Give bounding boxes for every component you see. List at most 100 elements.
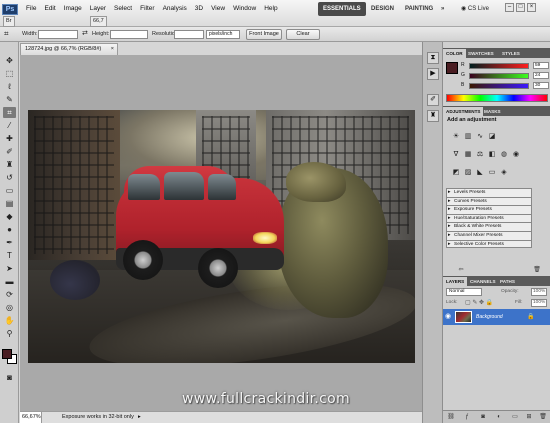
history-brush-tool-icon[interactable]: ↺ (3, 172, 16, 183)
workspace-design[interactable]: DESIGN (366, 2, 399, 16)
dodge-tool-icon[interactable]: ● (3, 224, 16, 235)
brush-panel-icon[interactable]: ✐ (427, 94, 439, 106)
preset-selective-color[interactable]: Selective Color Presets (446, 239, 532, 249)
menu-image[interactable]: Image (60, 4, 86, 14)
quick-mask-icon[interactable]: ◙ (3, 372, 16, 383)
blur-tool-icon[interactable]: ◆ (3, 211, 16, 222)
red-value[interactable]: 59 (533, 62, 549, 69)
tab-adjustments[interactable]: ADJUSTMENTS (443, 107, 484, 116)
threshold-icon[interactable]: ◣ (475, 168, 485, 178)
gradient-tool-icon[interactable]: ▤ (3, 198, 16, 209)
levels-icon[interactable]: ▥ (463, 132, 473, 142)
workspace-painting[interactable]: PAINTING (400, 2, 438, 16)
photo-filter-icon[interactable]: ◍ (499, 150, 509, 160)
eyedropper-tool-icon[interactable]: ⁄ (3, 120, 16, 131)
healing-brush-tool-icon[interactable]: ✚ (3, 133, 16, 144)
new-group-icon[interactable]: ▭ (511, 413, 519, 421)
preset-black-white[interactable]: Black & White Presets (446, 222, 532, 231)
new-layer-icon[interactable]: ⊞ (525, 413, 533, 421)
fill-input[interactable]: 100% (531, 299, 547, 307)
tab-styles[interactable]: STYLES (499, 49, 523, 58)
width-input[interactable] (38, 30, 78, 39)
type-tool-icon[interactable]: T (3, 250, 16, 261)
clone-stamp-tool-icon[interactable]: ♜ (3, 159, 16, 170)
brightness-contrast-icon[interactable]: ☀ (451, 132, 461, 142)
lasso-tool-icon[interactable]: ℓ (3, 81, 16, 92)
preset-exposure[interactable]: Exposure Presets (446, 205, 532, 214)
status-menu-arrow-icon[interactable]: ▸ (138, 412, 141, 423)
menu-help[interactable]: Help (260, 4, 281, 14)
tab-masks[interactable]: MASKS (481, 107, 504, 116)
document-tab[interactable]: 128724.jpg @ 66,7% (RGB/8#) × (20, 43, 118, 55)
zoom-tool-icon[interactable]: ⚲ (3, 328, 16, 339)
menu-window[interactable]: Window (229, 4, 260, 14)
crop-tool-active-icon[interactable]: ⌗ (3, 107, 16, 118)
resolution-input[interactable] (174, 30, 204, 39)
menu-analysis[interactable]: Analysis (159, 4, 191, 14)
vibrance-icon[interactable]: ∇ (451, 150, 461, 160)
shape-tool-icon[interactable]: ▬ (3, 276, 16, 287)
lock-icons[interactable]: ▢ ✎ ✥ 🔒 (465, 299, 493, 306)
zoom-level-dropdown[interactable]: 66,7 (90, 16, 107, 27)
maximize-icon[interactable]: □ (516, 3, 525, 12)
hue-saturation-icon[interactable]: ▦ (463, 150, 473, 160)
clone-source-panel-icon[interactable]: ♜ (427, 110, 439, 122)
pen-tool-icon[interactable]: ✒ (3, 237, 16, 248)
hand-tool-icon[interactable]: ✋ (3, 315, 16, 326)
preset-hue-saturation[interactable]: Hue/Saturation Presets (446, 213, 532, 223)
actions-panel-icon[interactable]: ▶ (427, 68, 439, 80)
crop-tool-icon[interactable]: ⌗ (4, 29, 9, 39)
height-input[interactable] (110, 30, 148, 39)
menu-file[interactable]: File (22, 4, 40, 14)
exposure-icon[interactable]: ◪ (487, 132, 497, 142)
cs-live-button[interactable]: ◉ CS Live (461, 3, 489, 15)
menu-filter[interactable]: Filter (136, 4, 158, 14)
tab-layers[interactable]: LAYERS (443, 277, 468, 286)
zoom-field[interactable]: 66,67% (20, 412, 42, 423)
path-selection-tool-icon[interactable]: ➤ (3, 263, 16, 274)
menu-edit[interactable]: Edit (40, 4, 59, 14)
marquee-tool-icon[interactable]: ⬚ (3, 68, 16, 79)
eraser-tool-icon[interactable]: ▭ (3, 185, 16, 196)
posterize-icon[interactable]: ▨ (463, 168, 473, 178)
move-tool-icon[interactable]: ✥ (3, 55, 16, 66)
menu-select[interactable]: Select (110, 4, 136, 14)
preset-levels[interactable]: Levels Presets (446, 188, 532, 197)
invert-icon[interactable]: ◩ (451, 168, 461, 178)
red-slider[interactable] (469, 63, 529, 69)
menu-view[interactable]: View (207, 4, 229, 14)
delete-layer-icon[interactable]: 🗑 (539, 413, 547, 421)
layer-mask-icon[interactable]: ◙ (479, 413, 487, 421)
menu-3d[interactable]: 3D (191, 4, 207, 14)
close-window-icon[interactable]: × (527, 3, 536, 12)
gradient-map-icon[interactable]: ▭ (487, 168, 497, 178)
close-document-icon[interactable]: × (111, 44, 114, 55)
tab-swatches[interactable]: SWATCHES (465, 49, 497, 58)
preset-channel-mixer[interactable]: Channel Mixer Presets (446, 230, 532, 240)
color-spectrum-ramp[interactable] (446, 94, 548, 102)
return-to-list-icon[interactable]: ⇦ (457, 266, 465, 274)
green-value[interactable]: 24 (533, 72, 549, 79)
minimize-icon[interactable]: – (505, 3, 514, 12)
foreground-color-swatch[interactable] (2, 349, 12, 359)
canvas-area[interactable] (20, 55, 422, 411)
resolution-unit-select[interactable]: pixels/inch (206, 30, 240, 39)
selective-color-icon[interactable]: ◈ (499, 168, 509, 178)
layer-style-icon[interactable]: ƒ (463, 413, 471, 421)
preset-curves[interactable]: Curves Presets (446, 196, 532, 206)
adjustment-layer-icon[interactable]: ◐ (495, 413, 503, 421)
history-panel-icon[interactable]: ⧗ (427, 52, 439, 64)
link-layers-icon[interactable]: ⛓ (447, 413, 455, 421)
3d-rotate-tool-icon[interactable]: ⟳ (3, 289, 16, 300)
tab-channels[interactable]: CHANNELS (467, 277, 499, 286)
visibility-eye-icon[interactable]: ◉ (445, 312, 453, 321)
bridge-button[interactable]: Br (3, 16, 15, 27)
brush-tool-icon[interactable]: ✐ (3, 146, 16, 157)
channel-mixer-icon[interactable]: ◉ (511, 150, 521, 160)
green-slider[interactable] (469, 73, 529, 79)
delete-adjustment-icon[interactable]: 🗑 (533, 266, 541, 274)
3d-orbit-tool-icon[interactable]: ◎ (3, 302, 16, 313)
color-panel-foreground[interactable] (446, 62, 458, 74)
blend-mode-select[interactable]: Normal (446, 288, 482, 296)
blue-value[interactable]: 30 (533, 82, 549, 89)
